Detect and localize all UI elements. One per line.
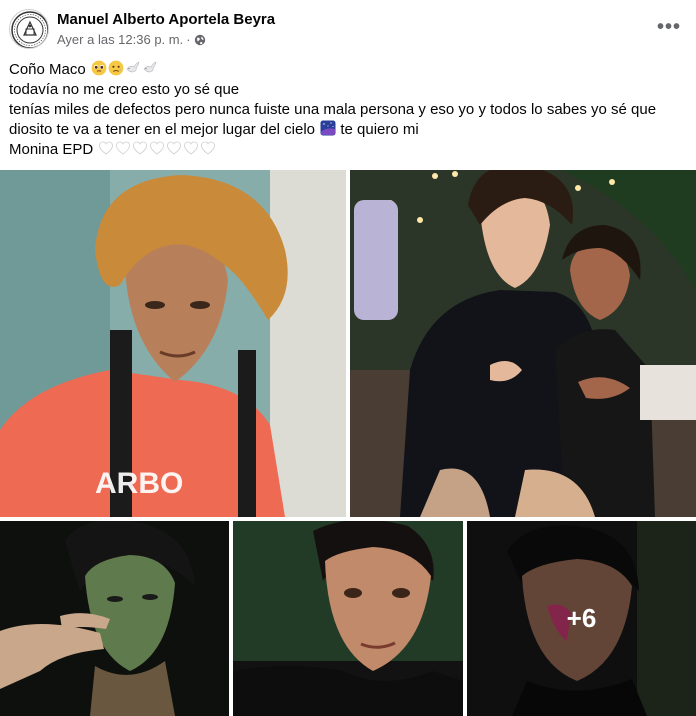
caption-line-4: diosito te va a tener en el mejor lugar … (9, 120, 689, 140)
sad-face-emoji (108, 60, 124, 76)
post-caption: Coño Maco todavía no me creo esto yo sé … (9, 60, 689, 160)
globe-icon[interactable] (194, 34, 206, 46)
more-options-label: ••• (656, 16, 681, 38)
author-name[interactable]: Manuel Alberto Aportela Beyra (57, 11, 275, 28)
photo-2[interactable] (350, 170, 696, 517)
white-hearts-row (97, 141, 216, 158)
more-photos-overlay[interactable]: +6 (467, 521, 696, 716)
photo-1[interactable]: ARBO (0, 170, 346, 517)
caption-line-3: tenías miles de defectos pero nunca fuis… (9, 101, 657, 118)
pleading-face-emoji (91, 60, 107, 76)
photo-5[interactable]: +6 (467, 521, 696, 716)
white-heart-emoji (98, 140, 114, 156)
night-sky-emoji (320, 120, 336, 136)
white-heart-emoji (132, 140, 148, 156)
dove-emoji (125, 60, 141, 76)
more-photos-count: +6 (566, 603, 597, 633)
post-header: Manuel Alberto Aportela Beyra Ayer a las… (0, 0, 696, 55)
more-options-icon[interactable]: ••• (656, 14, 682, 40)
caption-line-4-text: diosito te va a tener en el mejor lugar … (9, 121, 316, 138)
caption-line-1: Coño Maco (9, 60, 689, 80)
white-heart-emoji (149, 140, 165, 156)
caption-line-4-tail: te quiero mi (340, 121, 419, 138)
meta-separator: · (186, 32, 191, 47)
caption-line-1-text: Coño Maco (9, 61, 86, 78)
caption-line-5: Monina EPD (9, 140, 689, 160)
white-heart-emoji (166, 140, 182, 156)
dove-emoji (142, 60, 158, 76)
caption-line-5-text: Monina EPD (9, 141, 94, 158)
white-heart-emoji (183, 140, 199, 156)
white-heart-emoji (200, 140, 216, 156)
photo-4[interactable] (233, 521, 463, 716)
avatar[interactable] (9, 9, 49, 49)
photo-3[interactable] (0, 521, 229, 716)
svg-text:ARBO: ARBO (95, 467, 183, 500)
seal-logo-icon (11, 11, 48, 48)
post-timestamp[interactable]: Ayer a las 12:36 p. m. (57, 32, 183, 47)
caption-line-2: todavía no me creo esto yo sé que (9, 81, 240, 98)
post-meta: Ayer a las 12:36 p. m. · (57, 32, 206, 47)
white-heart-emoji (115, 140, 131, 156)
